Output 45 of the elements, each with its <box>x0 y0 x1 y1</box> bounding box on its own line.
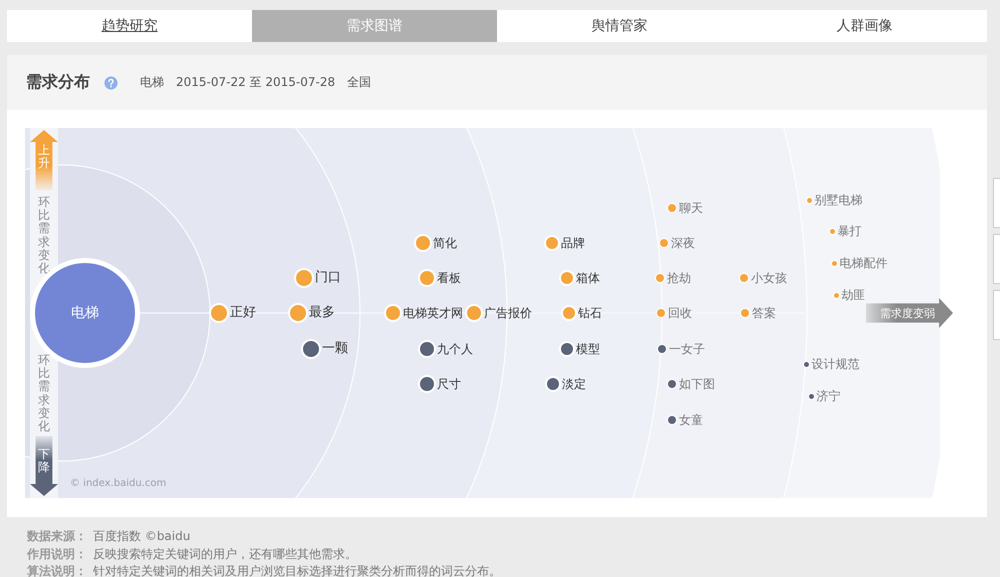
keyword-label[interactable]: 别墅电梯 <box>814 191 862 209</box>
credit-text: © index.baidu.com <box>70 478 166 489</box>
filter-text: 2015-07-22 至 2015-07-28 <box>176 74 336 91</box>
keyword-label[interactable]: 一女子 <box>669 340 705 358</box>
note-text: 针对特定关键词的相关词及用户浏览目标选择进行聚类分析而得的词云分布。 <box>93 563 501 577</box>
keyword-label[interactable]: 暴打 <box>838 222 862 240</box>
keyword-label[interactable]: 回收 <box>668 304 692 322</box>
keyword-label[interactable]: 济宁 <box>816 387 840 405</box>
filter-text: 全国 <box>347 74 372 91</box>
keyword-label[interactable]: 最多 <box>309 304 335 322</box>
section-title: 需求分布 <box>26 72 90 93</box>
keyword-label[interactable]: 模型 <box>576 340 600 358</box>
note-label: 作用说明： <box>27 546 87 562</box>
keyword-label[interactable]: 淡定 <box>562 375 586 393</box>
keyword-label[interactable]: 电梯配件 <box>840 254 888 272</box>
tab[interactable]: 舆情管家 <box>497 10 742 42</box>
help-icon[interactable] <box>104 76 118 90</box>
filter-text: 电梯 <box>140 74 164 91</box>
keyword-label[interactable]: 小女孩 <box>751 269 787 287</box>
tab[interactable]: 人群画像 <box>742 10 987 42</box>
keyword-label[interactable]: 劫匪 <box>842 286 866 304</box>
keyword-label[interactable]: 设计规范 <box>812 355 860 373</box>
note-text: 反映搜索特定关键词的用户，还有哪些其他需求。 <box>93 546 357 562</box>
keyword-label[interactable]: 电梯英才网 <box>403 304 463 322</box>
keyword-label[interactable]: 正好 <box>230 304 256 322</box>
keyword-label[interactable]: 尺寸 <box>437 375 461 393</box>
keyword-label[interactable]: 女童 <box>679 411 703 429</box>
keyword-label[interactable]: 一颗 <box>322 340 348 358</box>
keyword-label[interactable]: 门口 <box>315 269 341 287</box>
keyword-label[interactable]: 抢劫 <box>667 269 691 287</box>
keyword-label[interactable]: 答案 <box>752 304 776 322</box>
note-label: 数据来源： <box>27 528 87 545</box>
keyword-label[interactable]: 看板 <box>437 269 461 287</box>
keyword-label[interactable]: 钻石 <box>578 304 602 322</box>
keyword-label[interactable]: 广告报价 <box>484 304 532 322</box>
keyword-label[interactable]: 箱体 <box>576 269 600 287</box>
keyword-label[interactable]: 简化 <box>433 234 457 252</box>
keyword-label[interactable]: 深夜 <box>671 234 695 252</box>
keyword-label[interactable]: 品牌 <box>561 234 585 252</box>
note-label: 算法说明： <box>27 563 87 577</box>
keyword-label[interactable]: 九个人 <box>437 340 473 358</box>
tab[interactable]: 趋势研究 <box>7 10 252 42</box>
keyword-label[interactable]: 聊天 <box>679 199 703 217</box>
keyword-label[interactable]: 如下图 <box>679 375 715 393</box>
note-text: 百度指数 ©baidu <box>93 528 190 545</box>
